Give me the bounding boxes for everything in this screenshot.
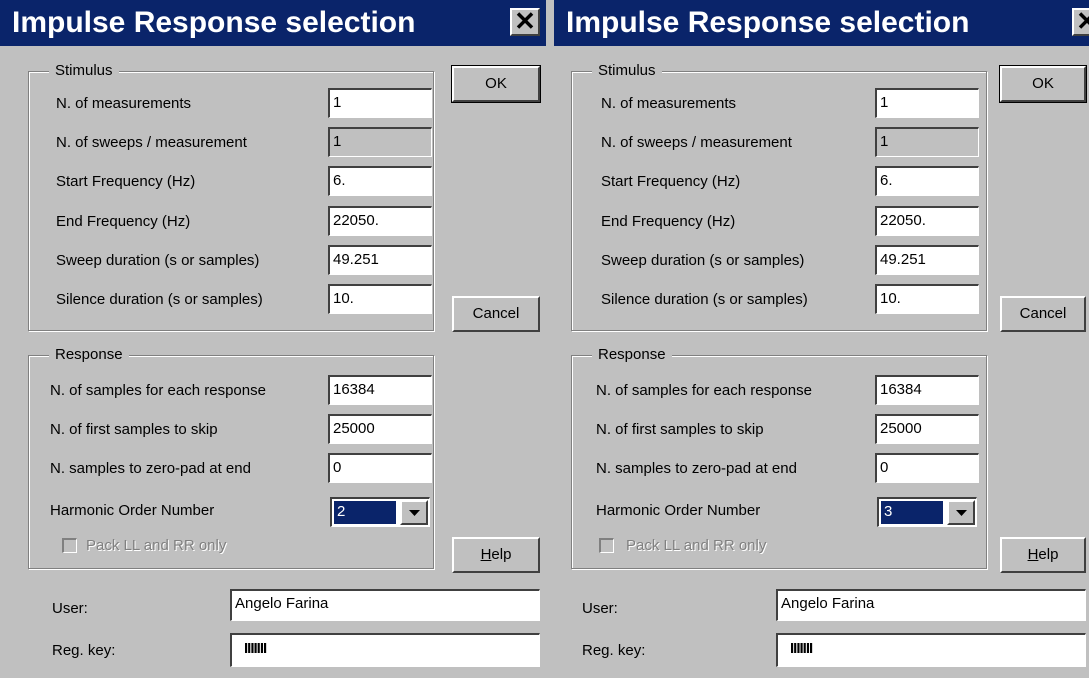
harmonic-order-value: 2 xyxy=(334,501,396,524)
help-label-rest: elp xyxy=(491,546,512,563)
samples-per-response-input[interactable]: 16384 xyxy=(328,375,432,405)
close-icon: ✕ xyxy=(514,6,536,36)
silence-duration-label: Silence duration (s or samples) xyxy=(56,291,263,308)
start-frequency-input[interactable]: 6. xyxy=(875,166,979,196)
start-frequency-label: Start Frequency (Hz) xyxy=(601,173,741,190)
reg-key-label: Reg. key: xyxy=(582,642,646,659)
user-label: User: xyxy=(582,600,618,617)
pack-ll-rr-checkbox[interactable] xyxy=(62,538,77,553)
dialog-title: Impulse Response selection xyxy=(566,6,970,39)
user-label: User: xyxy=(52,600,88,617)
zero-pad-input[interactable]: 0 xyxy=(328,453,432,483)
dropdown-arrow-icon[interactable] xyxy=(400,500,428,525)
sweeps-input: 1 xyxy=(875,127,979,157)
cancel-button[interactable]: Cancel xyxy=(1000,296,1086,332)
samples-per-response-label: N. of samples for each response xyxy=(596,382,812,399)
reg-key-label: Reg. key: xyxy=(52,642,116,659)
ok-button[interactable]: OK xyxy=(999,65,1087,103)
stimulus-legend: Stimulus xyxy=(592,60,662,82)
sweeps-input: 1 xyxy=(328,127,432,157)
silence-duration-label: Silence duration (s or samples) xyxy=(601,291,808,308)
samples-to-skip-label: N. of first samples to skip xyxy=(50,421,218,438)
samples-to-skip-input[interactable]: 25000 xyxy=(328,414,432,444)
sweep-duration-input[interactable]: 49.251 xyxy=(875,245,979,275)
dropdown-arrow-icon[interactable] xyxy=(947,500,975,525)
zero-pad-label: N. samples to zero-pad at end xyxy=(50,460,251,477)
harmonic-order-label: Harmonic Order Number xyxy=(50,502,215,519)
user-input[interactable]: Angelo Farina xyxy=(776,589,1086,621)
sweep-duration-label: Sweep duration (s or samples) xyxy=(601,252,805,269)
sweep-duration-label: Sweep duration (s or samples) xyxy=(56,252,260,269)
samples-to-skip-label: N. of first samples to skip xyxy=(596,421,764,438)
reg-key-input[interactable]: IIIIIII xyxy=(776,633,1086,667)
pack-ll-rr-label: Pack LL and RR only xyxy=(86,537,227,554)
close-icon: ✕ xyxy=(1076,6,1089,36)
samples-to-skip-input[interactable]: 25000 xyxy=(875,414,979,444)
samples-per-response-label: N. of samples for each response xyxy=(50,382,266,399)
title-bar[interactable]: Impulse Response selection ✕ xyxy=(554,0,1089,46)
response-legend: Response xyxy=(592,344,672,366)
cancel-button[interactable]: Cancel xyxy=(452,296,540,332)
stimulus-legend: Stimulus xyxy=(49,60,119,82)
impulse-response-dialog-left: Impulse Response selection ✕ Stimulus N.… xyxy=(0,0,546,678)
harmonic-order-select[interactable]: 3 xyxy=(877,497,977,527)
close-button[interactable]: ✕ xyxy=(1072,8,1089,36)
close-button[interactable]: ✕ xyxy=(510,8,540,36)
end-frequency-input[interactable]: 22050. xyxy=(328,206,432,236)
response-legend: Response xyxy=(49,344,129,366)
end-frequency-input[interactable]: 22050. xyxy=(875,206,979,236)
start-frequency-input[interactable]: 6. xyxy=(328,166,432,196)
zero-pad-input[interactable]: 0 xyxy=(875,453,979,483)
help-mnemonic: H xyxy=(1027,546,1039,563)
start-frequency-label: Start Frequency (Hz) xyxy=(56,173,196,190)
sweeps-label: N. of sweeps / measurement xyxy=(56,134,247,151)
measurements-label: N. of measurements xyxy=(56,95,192,112)
zero-pad-label: N. samples to zero-pad at end xyxy=(596,460,797,477)
silence-duration-input[interactable]: 10. xyxy=(875,284,979,314)
measurements-input[interactable]: 1 xyxy=(328,88,432,118)
harmonic-order-select[interactable]: 2 xyxy=(330,497,430,527)
user-input[interactable]: Angelo Farina xyxy=(230,589,540,621)
help-label-rest: elp xyxy=(1038,546,1059,563)
samples-per-response-input[interactable]: 16384 xyxy=(875,375,979,405)
sweeps-label: N. of sweeps / measurement xyxy=(601,134,792,151)
impulse-response-dialog-right: Impulse Response selection ✕ Stimulus N.… xyxy=(554,0,1089,678)
reg-key-input[interactable]: IIIIIII xyxy=(230,633,540,667)
dialog-title: Impulse Response selection xyxy=(12,6,416,39)
sweep-duration-input[interactable]: 49.251 xyxy=(328,245,432,275)
pack-ll-rr-label: Pack LL and RR only xyxy=(626,537,767,554)
harmonic-order-label: Harmonic Order Number xyxy=(596,502,761,519)
ok-button[interactable]: OK xyxy=(451,65,541,103)
help-button[interactable]: Help xyxy=(452,537,540,573)
end-frequency-label: End Frequency (Hz) xyxy=(56,213,191,230)
measurements-label: N. of measurements xyxy=(601,95,737,112)
separator xyxy=(546,0,554,678)
help-mnemonic: H xyxy=(480,546,492,563)
measurements-input[interactable]: 1 xyxy=(875,88,979,118)
end-frequency-label: End Frequency (Hz) xyxy=(601,213,736,230)
help-button[interactable]: Help xyxy=(1000,537,1086,573)
pack-ll-rr-checkbox[interactable] xyxy=(599,538,614,553)
silence-duration-input[interactable]: 10. xyxy=(328,284,432,314)
harmonic-order-value: 3 xyxy=(881,501,943,524)
title-bar[interactable]: Impulse Response selection ✕ xyxy=(0,0,546,46)
